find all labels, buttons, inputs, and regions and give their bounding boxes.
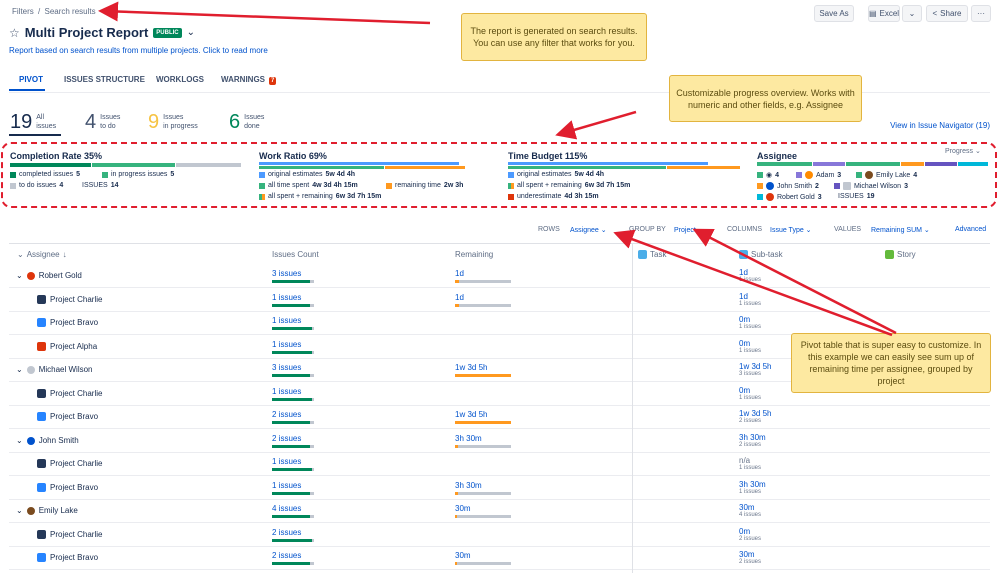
annotation-arrows <box>98 1 897 337</box>
arrow-to-rows <box>613 229 893 337</box>
arrow-to-summary <box>555 110 637 140</box>
arrow-to-group-by <box>692 228 897 335</box>
arrow-to-breadcrumb <box>98 1 431 25</box>
